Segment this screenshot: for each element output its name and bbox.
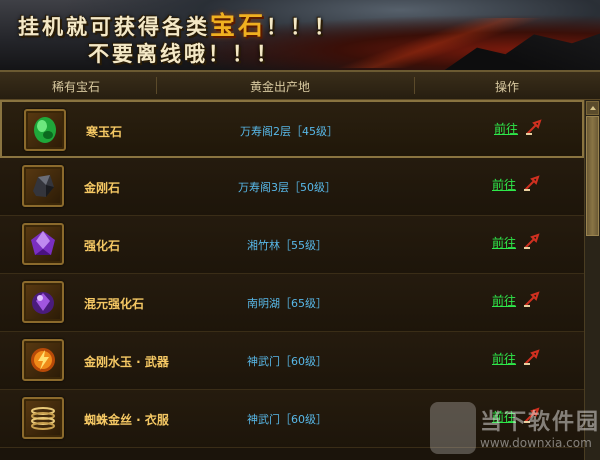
table-row[interactable]: 寒玉石 万寿阁2层［45级］ 前往 — [0, 100, 584, 158]
gem-location-link[interactable]: 万寿阁3层［50级］ — [238, 179, 336, 195]
goto-link[interactable]: 前往 — [492, 234, 516, 251]
gem-slot — [22, 281, 64, 323]
teleport-arrow-icon[interactable] — [522, 291, 540, 309]
banner-line-1-exclaim: ！！！ — [266, 14, 339, 39]
table-row[interactable]: 金刚石 万寿阁3层［50级］ 前往 — [0, 158, 584, 216]
gem-slot — [22, 397, 64, 439]
teleport-arrow-icon[interactable] — [522, 175, 540, 193]
dark-stone-icon — [33, 175, 54, 197]
gem-name: 寒玉石 — [86, 125, 123, 139]
column-header-location: 黄金出产地 — [250, 80, 311, 94]
banner-line-2: 不要离线哦！！！ — [88, 41, 280, 66]
gem-slot — [22, 223, 64, 265]
gem-name: 蜘蛛金丝 · 衣服 — [84, 413, 169, 427]
gem-location-link[interactable]: 神武门［60级］ — [247, 353, 327, 369]
table-row[interactable]: 金刚水玉 · 武器 神武门［60级］ 前往 — [0, 332, 584, 390]
table-row[interactable]: 混元强化石 南明湖［65级］ 前往 — [0, 274, 584, 332]
teleport-arrow-icon[interactable] — [524, 119, 542, 137]
gem-slot — [22, 339, 64, 381]
goto-link[interactable]: 前往 — [492, 408, 516, 425]
green-gem-icon — [34, 117, 56, 143]
promo-banner: 挂机就可获得各类宝石！！！ 不要离线哦！！！ — [0, 0, 600, 72]
goto-link[interactable]: 前往 — [492, 350, 516, 367]
silk-coil-icon — [31, 407, 55, 430]
scroll-up-button[interactable] — [586, 101, 599, 115]
purple-crystal-icon — [31, 231, 55, 255]
gem-name: 金刚水玉 · 武器 — [84, 355, 169, 369]
goto-link[interactable]: 前往 — [492, 176, 516, 193]
goto-link[interactable]: 前往 — [492, 292, 516, 309]
gem-list[interactable]: 寒玉石 万寿阁2层［45级］ 前往 金刚石 万寿阁3层［50级］ 前往 强化石 … — [0, 100, 584, 460]
gem-name: 金刚石 — [84, 181, 121, 195]
banner-highlight-text: 宝石 — [210, 11, 267, 40]
table-row[interactable]: 蜘蛛金丝 · 衣服 神武门［60级］ 前往 — [0, 390, 584, 448]
teleport-arrow-icon[interactable] — [522, 407, 540, 425]
gem-location-link[interactable]: 神武门［60级］ — [247, 411, 327, 427]
header-divider — [156, 77, 157, 94]
orange-flame-icon — [31, 348, 55, 372]
goto-link[interactable]: 前往 — [494, 120, 518, 137]
banner-line-1-text: 挂机就可获得各类 — [18, 14, 210, 39]
teleport-arrow-icon[interactable] — [522, 233, 540, 251]
gem-location-link[interactable]: 湘竹林［55级］ — [247, 237, 327, 253]
scroll-thumb[interactable] — [586, 116, 599, 236]
vertical-scrollbar[interactable] — [584, 100, 600, 460]
gem-location-link[interactable]: 南明湖［65级］ — [247, 295, 327, 311]
column-header-action: 操作 — [495, 80, 520, 94]
gem-name: 混元强化石 — [84, 297, 145, 311]
teleport-arrow-icon[interactable] — [522, 349, 540, 367]
gem-slot — [24, 109, 66, 151]
table-row[interactable]: 强化石 湘竹林［55级］ 前往 — [0, 216, 584, 274]
column-header-gem: 稀有宝石 — [52, 80, 101, 94]
gem-location-link[interactable]: 万寿阁2层［45级］ — [240, 123, 338, 139]
gem-name: 强化石 — [84, 239, 121, 253]
purple-orb-icon — [32, 292, 54, 314]
table-header: 稀有宝石 黄金出产地 操作 — [0, 72, 600, 100]
banner-line-1: 挂机就可获得各类宝石！！！ — [18, 6, 338, 42]
gem-slot — [22, 165, 64, 207]
header-divider — [414, 77, 415, 94]
